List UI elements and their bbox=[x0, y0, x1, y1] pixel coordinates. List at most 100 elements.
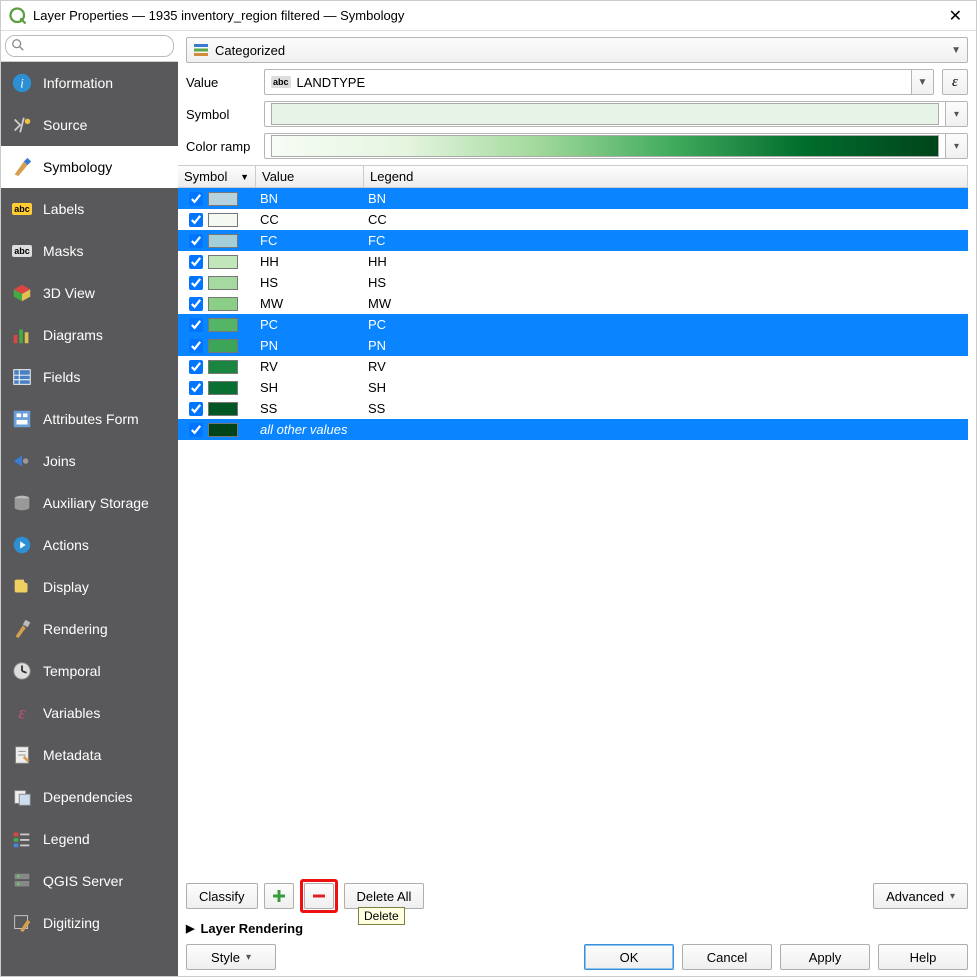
category-swatch[interactable] bbox=[208, 213, 238, 227]
sidebar-item-joins[interactable]: Joins bbox=[1, 440, 178, 482]
sidebar-item-display[interactable]: Display bbox=[1, 566, 178, 608]
category-row[interactable]: PNPN bbox=[178, 335, 968, 356]
sidebar-item-source[interactable]: Source bbox=[1, 104, 178, 146]
category-checkbox[interactable] bbox=[189, 234, 203, 248]
column-header-value[interactable]: Value bbox=[256, 166, 364, 187]
sidebar-item-symbology[interactable]: Symbology bbox=[1, 146, 178, 188]
category-swatch[interactable] bbox=[208, 423, 238, 437]
sidebar-item-digitizing[interactable]: Digitizing bbox=[1, 902, 178, 944]
delete-all-button[interactable]: Delete All bbox=[344, 883, 425, 909]
category-row[interactable]: HHHH bbox=[178, 251, 968, 272]
column-header-legend[interactable]: Legend bbox=[364, 166, 968, 187]
category-checkbox[interactable] bbox=[189, 318, 203, 332]
category-value: SH bbox=[256, 380, 364, 395]
classify-button[interactable]: Classify bbox=[186, 883, 258, 909]
category-checkbox[interactable] bbox=[189, 213, 203, 227]
category-swatch[interactable] bbox=[208, 402, 238, 416]
category-row[interactable]: SHSH bbox=[178, 377, 968, 398]
value-field-combo[interactable]: abc LANDTYPE ▼ bbox=[264, 69, 934, 95]
category-legend: HH bbox=[364, 254, 968, 269]
sidebar-item-label: Rendering bbox=[43, 621, 108, 637]
category-legend: BN bbox=[364, 191, 968, 206]
chevron-down-icon[interactable]: ▼ bbox=[911, 70, 933, 94]
category-checkbox[interactable] bbox=[189, 423, 203, 437]
sidebar-item-rendering[interactable]: Rendering bbox=[1, 608, 178, 650]
sidebar-item-legend[interactable]: Legend bbox=[1, 818, 178, 860]
category-row[interactable]: MWMW bbox=[178, 293, 968, 314]
sidebar-item-label: Labels bbox=[43, 201, 84, 217]
sidebar-item-label: Fields bbox=[43, 369, 80, 385]
field-type-icon: abc bbox=[271, 76, 291, 88]
close-button[interactable]: ✕ bbox=[943, 6, 968, 26]
attributesform-icon bbox=[11, 408, 33, 430]
category-checkbox[interactable] bbox=[189, 360, 203, 374]
add-category-button[interactable] bbox=[264, 883, 294, 909]
category-checkbox[interactable] bbox=[189, 255, 203, 269]
category-checkbox[interactable] bbox=[189, 297, 203, 311]
category-row[interactable]: FCFC bbox=[178, 230, 968, 251]
layer-rendering-section[interactable]: ▶ Layer Rendering bbox=[186, 919, 968, 938]
category-row[interactable]: BNBN bbox=[178, 188, 968, 209]
category-row[interactable]: HSHS bbox=[178, 272, 968, 293]
sidebar-item-diagrams[interactable]: Diagrams bbox=[1, 314, 178, 356]
help-button[interactable]: Help bbox=[878, 944, 968, 970]
apply-button[interactable]: Apply bbox=[780, 944, 870, 970]
cancel-button[interactable]: Cancel bbox=[682, 944, 772, 970]
sidebar-item-label: Metadata bbox=[43, 747, 101, 763]
category-swatch[interactable] bbox=[208, 276, 238, 290]
expression-button[interactable]: ε bbox=[942, 69, 968, 95]
category-swatch[interactable] bbox=[208, 360, 238, 374]
category-row[interactable]: RVRV bbox=[178, 356, 968, 377]
category-swatch[interactable] bbox=[208, 339, 238, 353]
sidebar-item-variables[interactable]: εVariables bbox=[1, 692, 178, 734]
colorramp-combo[interactable]: ▾ bbox=[264, 133, 968, 159]
category-checkbox[interactable] bbox=[189, 192, 203, 206]
symbol-combo[interactable]: ▾ bbox=[264, 101, 968, 127]
category-row[interactable]: PCPC bbox=[178, 314, 968, 335]
sidebar-item-qgisserver[interactable]: QGIS Server bbox=[1, 860, 178, 902]
sidebar-item-label: Information bbox=[43, 75, 113, 91]
category-swatch[interactable] bbox=[208, 297, 238, 311]
sidebar-item-attributesform[interactable]: Attributes Form bbox=[1, 398, 178, 440]
sidebar-item-fields[interactable]: Fields bbox=[1, 356, 178, 398]
sidebar-item-information[interactable]: iInformation bbox=[1, 62, 178, 104]
category-checkbox[interactable] bbox=[189, 381, 203, 395]
sidebar-item-metadata[interactable]: Metadata bbox=[1, 734, 178, 776]
sidebar-item-masks[interactable]: abcMasks bbox=[1, 230, 178, 272]
category-row[interactable]: SSSS bbox=[178, 398, 968, 419]
category-checkbox[interactable] bbox=[189, 402, 203, 416]
category-swatch[interactable] bbox=[208, 255, 238, 269]
sidebar-item-temporal[interactable]: Temporal bbox=[1, 650, 178, 692]
categorized-icon bbox=[193, 42, 209, 58]
category-checkbox[interactable] bbox=[189, 339, 203, 353]
search-input[interactable] bbox=[5, 35, 174, 57]
column-header-symbol[interactable]: Symbol▼ bbox=[178, 166, 256, 187]
render-type-combo[interactable]: Categorized ▼ bbox=[186, 37, 968, 63]
category-value: CC bbox=[256, 212, 364, 227]
chevron-down-icon[interactable]: ▾ bbox=[945, 102, 967, 126]
category-swatch[interactable] bbox=[208, 381, 238, 395]
category-swatch[interactable] bbox=[208, 234, 238, 248]
category-swatch[interactable] bbox=[208, 318, 238, 332]
display-icon bbox=[11, 576, 33, 598]
sidebar-item-3dview[interactable]: 3D View bbox=[1, 272, 178, 314]
sidebar-item-label: Auxiliary Storage bbox=[43, 495, 149, 511]
style-button[interactable]: Style▾ bbox=[186, 944, 276, 970]
main-panel: Categorized ▼ Value abc LANDTYPE ▼ ε bbox=[178, 31, 976, 976]
advanced-button[interactable]: Advanced▾ bbox=[873, 883, 968, 909]
chevron-down-icon[interactable]: ▾ bbox=[945, 134, 967, 158]
sidebar-item-auxiliary[interactable]: Auxiliary Storage bbox=[1, 482, 178, 524]
category-row[interactable]: CCCC bbox=[178, 209, 968, 230]
category-row[interactable]: all other values bbox=[178, 419, 968, 440]
category-checkbox[interactable] bbox=[189, 276, 203, 290]
ok-button[interactable]: OK bbox=[584, 944, 674, 970]
sidebar-item-actions[interactable]: Actions bbox=[1, 524, 178, 566]
remove-category-button[interactable] bbox=[304, 883, 334, 909]
sidebar-item-labels[interactable]: abcLabels bbox=[1, 188, 178, 230]
categories-grid-body[interactable]: BNBNCCCCFCFCHHHHHSHSMWMWPCPCPNPNRVRVSHSH… bbox=[178, 188, 968, 873]
sidebar-item-dependencies[interactable]: Dependencies bbox=[1, 776, 178, 818]
chevron-down-icon: ▼ bbox=[951, 45, 961, 56]
category-value: HH bbox=[256, 254, 364, 269]
joins-icon bbox=[11, 450, 33, 472]
category-swatch[interactable] bbox=[208, 192, 238, 206]
